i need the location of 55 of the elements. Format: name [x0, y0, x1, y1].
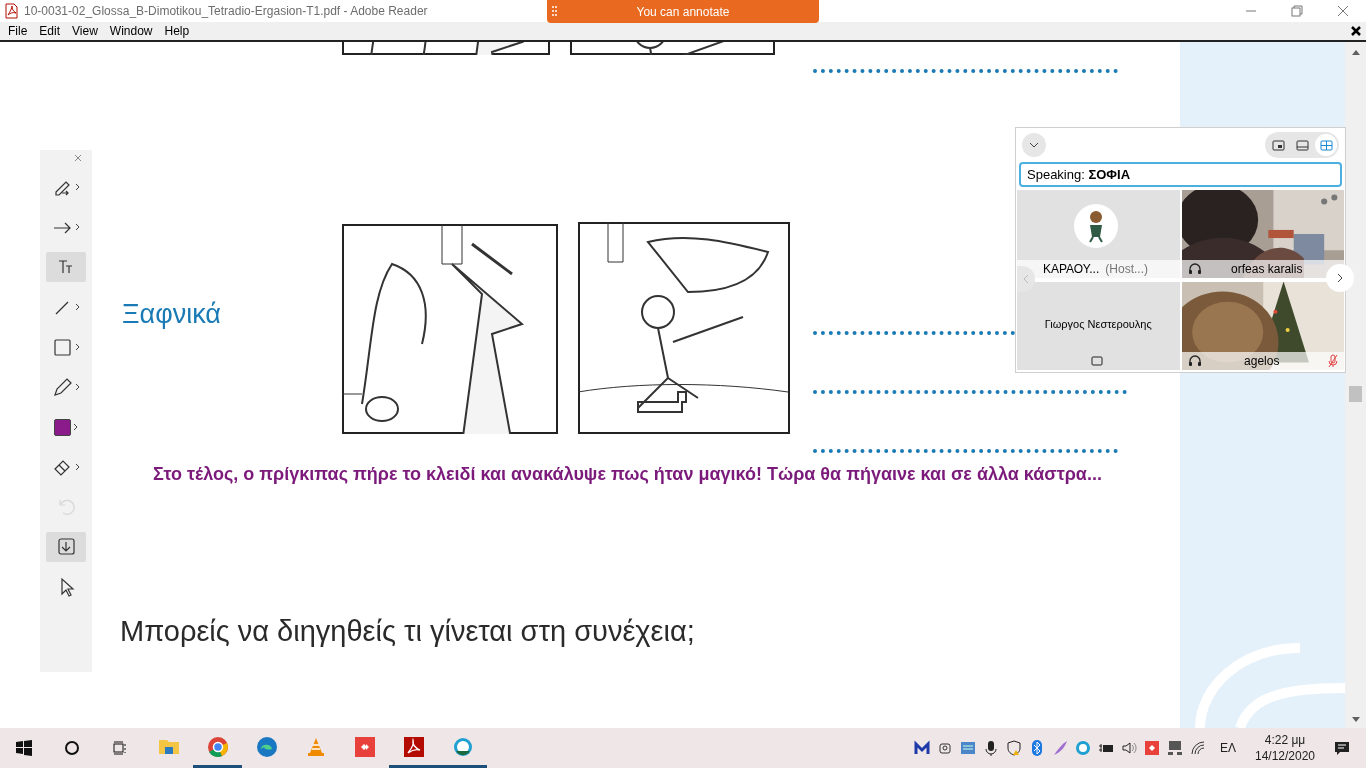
m-logo-icon — [914, 740, 931, 756]
menu-item[interactable]: Edit — [33, 22, 67, 40]
banner-text: You can annotate — [635, 3, 731, 21]
ring-icon — [1075, 740, 1092, 756]
camera-off-icon — [1091, 356, 1103, 366]
section-heading: Ξαφνικά — [122, 298, 222, 331]
windows-icon — [16, 740, 32, 756]
diamond-arrows-icon — [1144, 740, 1161, 756]
monitor-icon — [1167, 740, 1184, 756]
participant-name: agelos — [1243, 353, 1281, 370]
menu-item[interactable]: View — [66, 22, 104, 40]
speaking-indicator-text: Speaking: ΣΟΦΙΑ — [1027, 165, 1131, 184]
network-drive-icon — [960, 740, 977, 756]
volume-icon — [1121, 740, 1138, 756]
grid-view-icon — [1319, 138, 1333, 152]
color-swatch[interactable] — [54, 418, 71, 436]
host-label: (Host...) — [1105, 261, 1148, 278]
chevron-down-icon — [1029, 142, 1039, 148]
caption-text: Στο τέλος, ο πρίγκιπας πήρε το κλειδί και ανακάλυψε πως ήταν μαγικό! Τώρα θα πήγαινε και σε άλλα κάστρα... — [153, 463, 1102, 486]
scroll-down-icon[interactable] — [1350, 716, 1361, 724]
pdf-icon — [401, 734, 426, 759]
chevron-left-icon — [1023, 274, 1029, 284]
browser-icon — [205, 734, 230, 759]
message-icon — [1334, 740, 1350, 756]
wave-icon — [254, 734, 279, 759]
scrollbar[interactable] — [1345, 42, 1366, 728]
task-view-icon — [112, 740, 128, 756]
window-title: 10-0031-02_Glossa_B-Dimotikou_Tetradio-Ergasion-T1.pdf - Adobe Reader — [24, 3, 428, 20]
chevron-right-icon — [1337, 273, 1343, 283]
clock-time[interactable]: 4:22 μμ — [1264, 732, 1306, 748]
menu-item[interactable]: File — [2, 22, 34, 40]
wifi-icon — [1190, 740, 1207, 756]
scroll-thumb[interactable] — [1349, 386, 1362, 402]
menu-item[interactable]: Window — [103, 22, 159, 40]
camera-icon — [937, 740, 954, 756]
participant-name: Γιωργος Νεστερουλης — [1043, 317, 1153, 332]
circle-icon — [64, 740, 80, 756]
diamond-arrows-icon — [352, 734, 377, 759]
menu-item[interactable]: Help — [158, 22, 196, 40]
language-indicator[interactable]: ΕΛ — [1219, 739, 1236, 757]
shield-icon — [1006, 740, 1023, 756]
participant-name: ΚΑΡΑΟΥ... — [1043, 261, 1100, 278]
scroll-up-icon[interactable] — [1350, 48, 1361, 56]
feather-icon — [1052, 740, 1069, 756]
headset-icon — [1187, 262, 1202, 276]
close-icon[interactable] — [1350, 25, 1362, 37]
pdf-file-icon — [4, 3, 18, 19]
question-text: Μπορείς να διηγηθείς τι γίνεται στη συνέχεια; — [120, 614, 695, 649]
filmstrip-view-icon — [1295, 138, 1309, 152]
headset-icon — [1187, 354, 1202, 368]
clock-date[interactable]: 14/12/2020 — [1254, 748, 1316, 764]
pip-view-icon — [1271, 138, 1285, 152]
participant-name: orfeas karalis — [1230, 261, 1304, 278]
microphone-icon — [983, 740, 1000, 756]
grip-icon[interactable] — [551, 4, 557, 19]
